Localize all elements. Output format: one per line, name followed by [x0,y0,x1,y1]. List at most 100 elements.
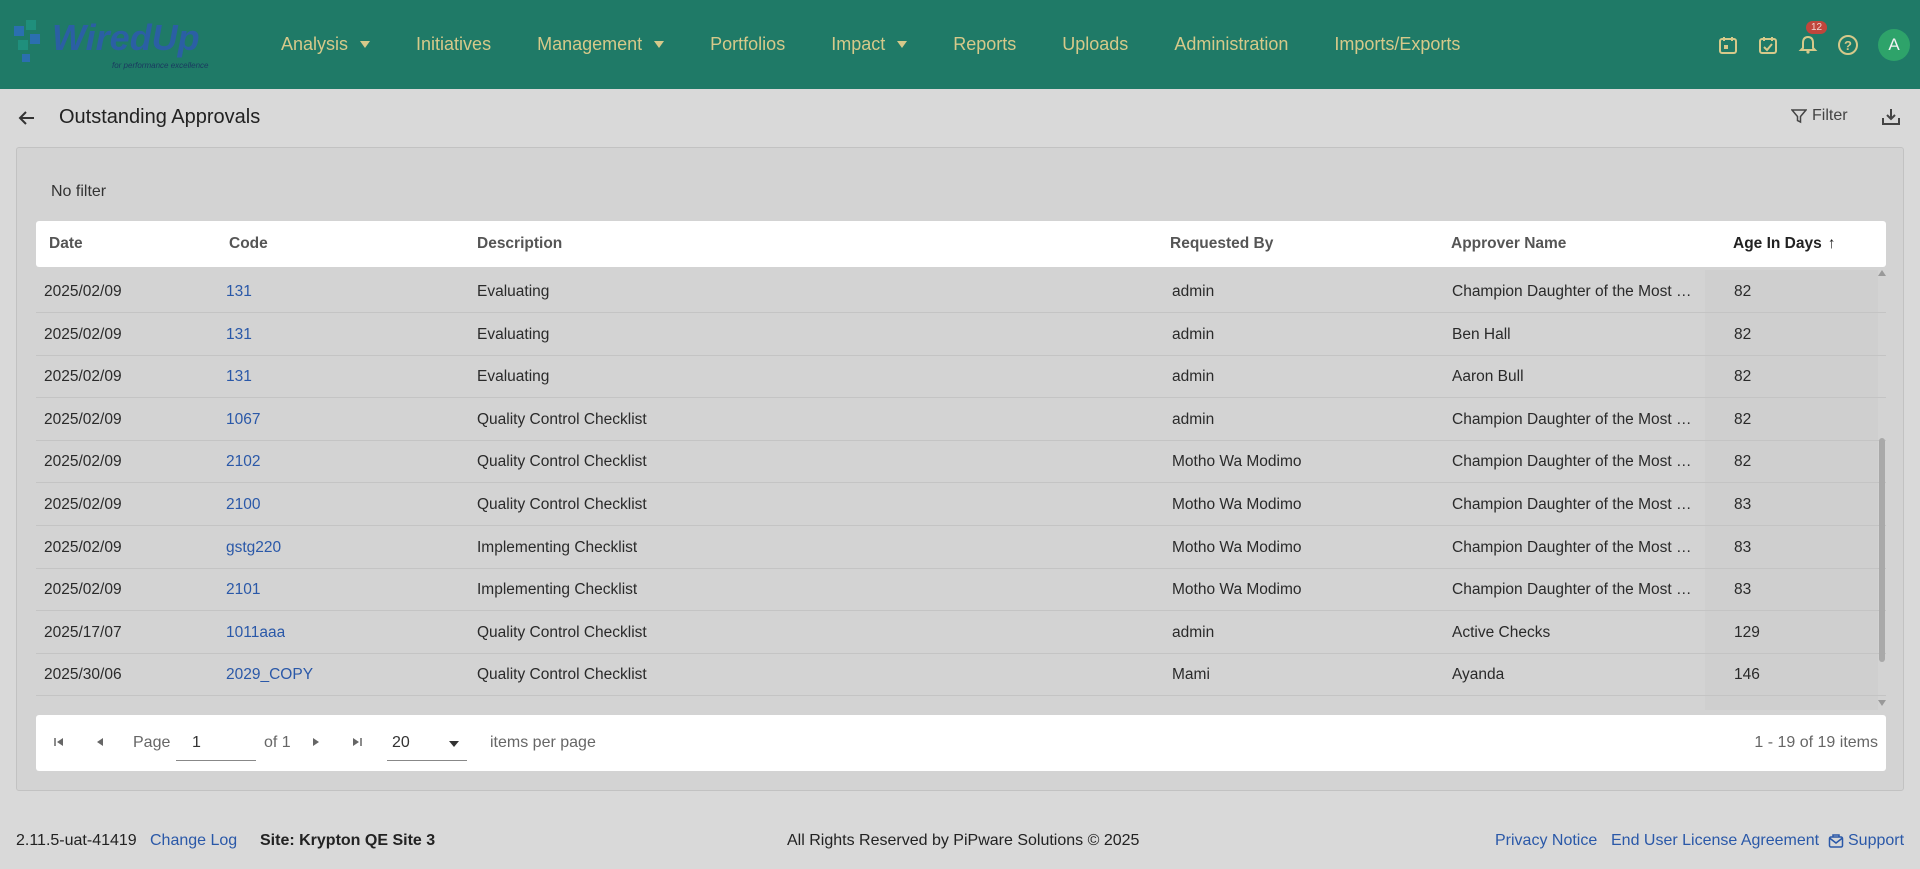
table-row[interactable]: 2025/02/09 131 Evaluating admin Aaron Bull 82 [36,355,1886,399]
column-header-description[interactable]: Description [477,235,562,253]
cell-approver-name: Aaron Bull [1452,368,1524,386]
eula-link[interactable]: End User License Agreement [1611,832,1819,850]
cell-requested-by: Mami [1172,666,1210,684]
cell-date: 2025/02/09 [44,283,122,300]
table-row[interactable]: 2025/02/09 2101 Implementing Checklist Moth… [36,568,1886,612]
column-header-requested-by[interactable]: Requested By [1170,235,1273,253]
back-arrow-icon[interactable] [16,107,38,129]
cell-description: Evaluating [477,283,550,300]
table-row[interactable]: 2025/30/06 1068 Evaluating Mami Ayanda 146 [36,696,1886,710]
first-page-icon[interactable] [52,735,66,749]
cell-description: Quality Control Checklist [477,666,647,684]
scroll-up-icon[interactable] [1878,270,1886,276]
privacy-notice-link[interactable]: Privacy Notice [1495,832,1597,850]
nav-actions: 12 ? A [1700,0,1910,89]
nav-initiatives[interactable]: Initiatives [416,34,491,55]
cell-approver-name: Ben Hall [1452,325,1511,343]
next-page-icon[interactable] [309,735,323,749]
cell-approver-name: Champion Daughter of the Most Hi… [1452,496,1702,513]
nav-imports-exports[interactable]: Imports/Exports [1334,34,1460,55]
support-link[interactable]: Support [1828,832,1904,850]
column-header-age-in-days[interactable]: Age In Days ↑ [1733,235,1835,253]
nav-management[interactable]: Management [537,34,665,55]
filter-button[interactable]: Filter [1791,107,1848,125]
cell-description: Quality Control Checklist [477,623,647,641]
cell-code-link[interactable]: 131 [226,326,252,344]
table-row[interactable]: 2025/02/09 1067 Quality Control Checklist a… [36,398,1886,441]
table-row[interactable]: 2025/02/09 131 Evaluating admin Champion Dau… [36,270,1886,313]
dropdown-arrow-icon [449,741,459,747]
help-icon[interactable]: ? [1836,33,1860,57]
download-icon[interactable] [1881,107,1901,132]
support-icon [1828,834,1844,848]
filter-status: No filter [51,183,107,200]
cell-approver-name: Champion Daughter of the Most Hi… [1452,410,1702,428]
nav-reports[interactable]: Reports [953,34,1016,55]
table-row[interactable]: 2025/02/09 gstg220 Implementing Checklist M… [36,526,1886,569]
age-in-days-label: Age In Days [1733,235,1822,252]
filter-label: Filter [1812,107,1848,124]
table-row[interactable]: 2025/02/09 131 Evaluating admin Ben Hall 82 [36,313,1886,356]
cell-description: Quality Control Checklist [477,496,647,513]
table-row[interactable]: 2025/30/06 2029_COPY Quality Control Check… [36,653,1886,697]
last-page-icon[interactable] [350,735,364,749]
cell-approver-name: Ayanda [1452,666,1505,684]
page-number-input[interactable] [176,725,256,761]
app-version: 2.11.5-uat-41419 [16,832,137,849]
nav-administration[interactable]: Administration [1174,34,1288,55]
cell-description: Implementing Checklist [477,538,638,556]
nav-administration-label: Administration [1174,34,1289,54]
cell-requested-by: Mami [1172,709,1210,710]
cell-code-link[interactable]: 2102 [226,453,260,471]
cell-description: Evaluating [477,709,549,710]
cell-code-link[interactable]: 2101 [226,581,260,599]
cell-code-link[interactable]: 131 [226,283,252,301]
cell-code-link[interactable]: 131 [226,368,252,386]
cell-age-in-days: 83 [1734,538,1752,556]
page-label: Page [133,734,171,751]
wiredup-logo[interactable]: WiredUp for performance excellence [12,14,242,72]
cell-code-link[interactable]: 1067 [226,411,260,429]
nav-imports-exports-label: Imports/Exports [1334,34,1461,54]
cell-description: Quality Control Checklist [477,410,647,428]
previous-page-icon[interactable] [93,735,107,749]
cell-requested-by: Motho Wa Modimo [1172,453,1302,471]
cell-requested-by: Motho Wa Modimo [1172,581,1302,599]
bell-icon[interactable]: 12 [1796,20,1828,57]
cell-code-link[interactable]: 2029_COPY [226,666,313,684]
cell-date: 2025/17/07 [44,623,122,641]
calendar-check-icon[interactable] [1756,33,1780,57]
cell-age-in-days: 82 [1734,368,1752,386]
chevron-down-icon [360,41,371,48]
cell-date: 2025/02/09 [44,496,122,513]
items-summary: 1 - 19 of 19 items [1754,734,1878,751]
change-log-link[interactable]: Change Log [150,832,237,850]
chevron-down-icon [654,41,665,48]
table-row[interactable]: 2025/02/09 2100 Quality Control Checklist M… [36,483,1886,526]
cell-requested-by: admin [1172,623,1215,641]
nav-portfolios[interactable]: Portfolios [710,34,785,55]
table-row[interactable]: 2025/02/09 2102 Quality Control Checklist M… [36,440,1886,484]
cell-code-link[interactable]: 2100 [226,496,260,514]
cell-age-in-days: 82 [1734,453,1752,471]
column-header-date[interactable]: Date [49,235,83,253]
cell-requested-by: admin [1172,283,1215,300]
scrollbar-thumb[interactable] [1879,438,1885,662]
column-header-code[interactable]: Code [229,235,268,253]
nav-uploads-label: Uploads [1062,34,1129,54]
cell-code-link[interactable]: 1068 [226,709,260,710]
cell-requested-by: admin [1172,410,1215,428]
cell-requested-by: Motho Wa Modimo [1172,538,1302,556]
calendar-icon[interactable] [1716,33,1740,57]
nav-analysis[interactable]: Analysis [281,34,371,55]
user-avatar[interactable]: A [1878,28,1910,61]
table-row[interactable]: 2025/17/07 1011aaa Quality Control Checkli… [36,611,1886,654]
cell-code-link[interactable]: 1011aaa [226,624,285,642]
scroll-down-icon[interactable] [1878,700,1886,706]
items-per-page-select[interactable]: 20 [387,725,467,761]
nav-impact[interactable]: Impact [831,34,908,55]
nav-uploads[interactable]: Uploads [1062,34,1128,55]
cell-code-link[interactable]: gstg220 [226,539,281,557]
vertical-scrollbar[interactable] [1878,270,1886,710]
column-header-approver-name[interactable]: Approver Name [1451,235,1566,253]
